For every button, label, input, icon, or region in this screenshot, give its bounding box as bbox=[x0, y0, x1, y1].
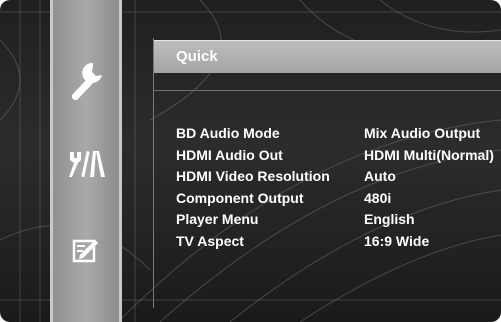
setting-label: Player Menu bbox=[176, 211, 259, 227]
settings-row-hdmi-video-resolution[interactable]: HDMI Video Resolution Auto bbox=[176, 168, 501, 190]
setting-label: BD Audio Mode bbox=[176, 125, 280, 141]
settings-list: BD Audio Mode Mix Audio Output HDMI Audi… bbox=[176, 125, 501, 254]
setting-label: HDMI Video Resolution bbox=[176, 168, 330, 184]
edit-icon[interactable] bbox=[50, 222, 122, 278]
settings-row-component-output[interactable]: Component Output 480i bbox=[176, 190, 501, 212]
sidebar bbox=[50, 0, 122, 322]
setting-value: HDMI Multi(Normal) bbox=[364, 146, 494, 163]
settings-row-bd-audio-mode[interactable]: BD Audio Mode Mix Audio Output bbox=[176, 125, 501, 147]
setting-value: English bbox=[364, 211, 415, 227]
menu-title-bar: Quick bbox=[154, 40, 501, 73]
setting-label: Component Output bbox=[176, 189, 304, 206]
menu-title: Quick bbox=[176, 48, 218, 65]
settings-row-hdmi-audio-out[interactable]: HDMI Audio Out HDMI Multi(Normal) bbox=[176, 147, 501, 169]
setting-value: 480i bbox=[364, 189, 392, 206]
setting-label: HDMI Audio Out bbox=[176, 146, 283, 163]
settings-row-player-menu[interactable]: Player Menu English bbox=[176, 211, 501, 233]
setting-value: Mix Audio Output bbox=[364, 125, 481, 141]
quick-menu-panel: Quick BD Audio Mode Mix Audio Output HDM… bbox=[153, 38, 501, 308]
osd-screen: Quick BD Audio Mode Mix Audio Output HDM… bbox=[0, 0, 501, 322]
tools-icon[interactable] bbox=[50, 136, 122, 192]
wrench-icon[interactable] bbox=[50, 54, 122, 110]
separator-line bbox=[154, 90, 501, 91]
settings-row-tv-aspect[interactable]: TV Aspect 16:9 Wide bbox=[176, 233, 501, 255]
setting-value: Auto bbox=[364, 168, 396, 184]
setting-label: TV Aspect bbox=[176, 232, 244, 249]
setting-value: 16:9 Wide bbox=[364, 232, 430, 249]
